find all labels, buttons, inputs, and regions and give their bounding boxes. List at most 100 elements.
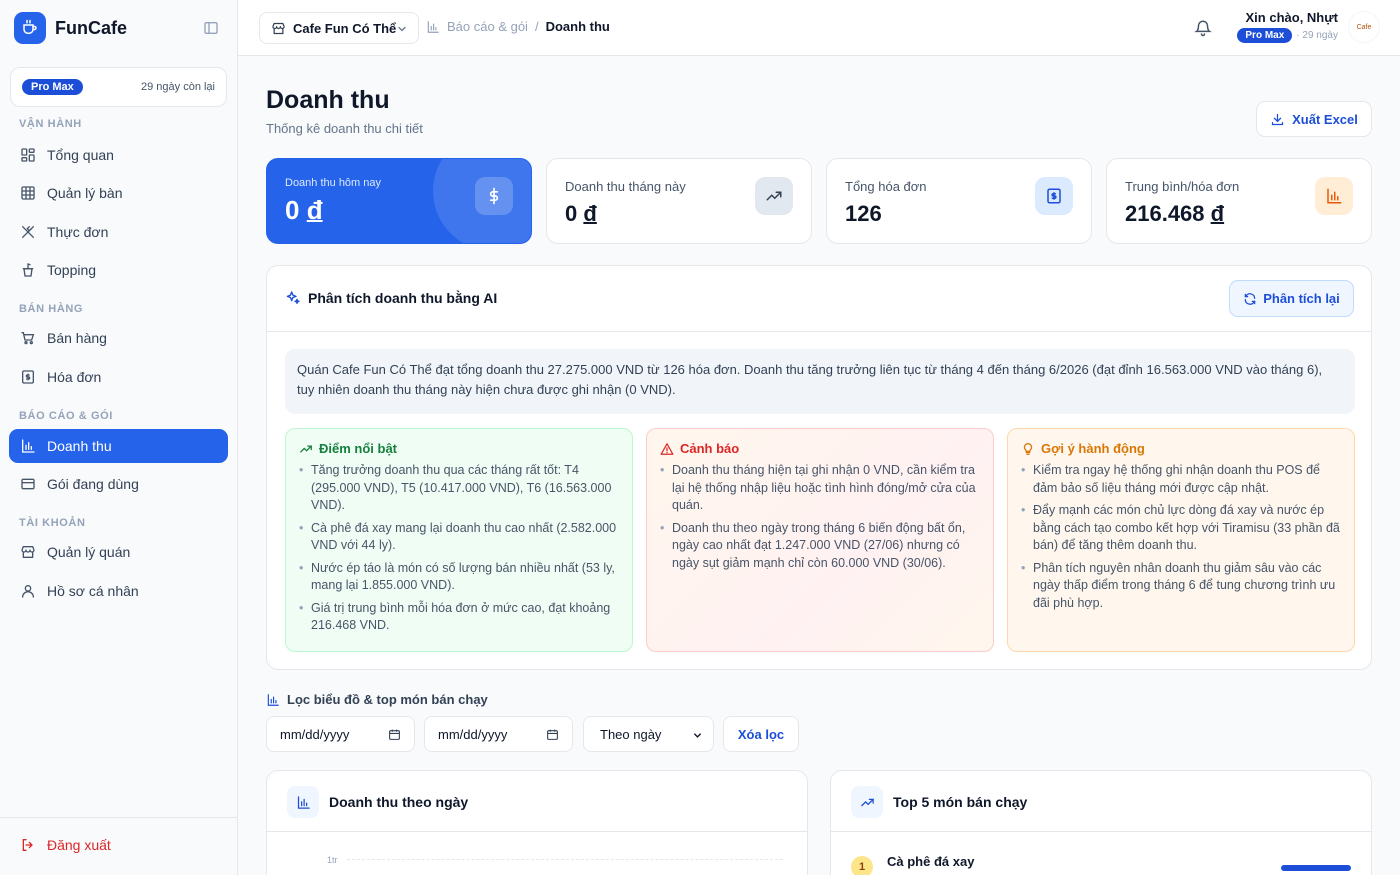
top-item-name: Cà phê đá xay [887,854,975,869]
export-label: Xuất Excel [1292,111,1358,127]
plan-card[interactable]: Pro Max 29 ngày còn lại [10,67,227,107]
list-item: Cà phê đá xay mang lại doanh thu cao nhấ… [299,520,619,555]
stat-label: Doanh thu tháng này [565,179,686,194]
filter-title-text: Lọc biểu đồ & top món bán chạy [287,692,488,707]
receipt-icon [22,370,34,384]
ai-analysis-header: Phân tích doanh thu bằng AI [285,290,497,306]
breadcrumb-separator: / [534,19,539,34]
sidebar-item-invoices[interactable]: Hóa đơn [9,360,228,394]
sidebar-toggle-icon[interactable] [203,20,219,36]
list-item: Tăng trưởng doanh thu qua các tháng rất … [299,462,619,515]
sidebar-item-label: Topping [47,262,97,278]
calendar-icon[interactable] [546,728,559,741]
date-to-input[interactable]: mm/dd/yyyy [424,716,573,752]
filter-title: Lọc biểu đồ & top món bán chạy [266,692,488,707]
refresh-icon [1244,292,1256,305]
chevron-down-icon [398,26,406,32]
plan-badge: Pro Max [1237,28,1293,43]
sidebar-item-subscription[interactable]: Gói đang dùng [9,467,228,501]
list-item: Doanh thu theo ngày trong tháng 6 biến đ… [660,520,980,573]
reanalyze-label: Phân tích lại [1263,291,1340,306]
logout-button[interactable]: Đăng xuất [20,837,111,853]
y-axis-tick: 1tr [327,855,338,865]
plan-days-remaining: 29 ngày còn lại [141,81,215,93]
brand[interactable]: FunCafe [14,12,127,44]
logout-icon [22,839,33,851]
trending-up-icon [851,786,883,818]
sidebar-item-store-management[interactable]: Quản lý quán [9,535,228,569]
panel-title: Top 5 món bán chạy [893,794,1028,810]
chevron-down-icon [694,733,701,738]
stat-label: Tổng hóa đơn [845,179,927,194]
sidebar-item-tables[interactable]: Quản lý bàn [9,176,228,210]
top-items-panel: Top 5 món bán chạy 1 Cà phê đá xay [830,770,1372,875]
warnings-panel: Cảnh báo Doanh thu tháng hiện tại ghi nh… [646,428,994,652]
list-item: Nước ép táo là món có số lượng bán nhiều… [299,560,619,595]
divider [267,831,807,832]
sidebar-item-revenue[interactable]: Doanh thu [9,429,228,463]
logout-label: Đăng xuất [47,837,111,853]
list-item: Phân tích nguyên nhân doanh thu giảm sâu… [1021,560,1341,613]
sidebar-item-pos[interactable]: Bán hàng [9,321,228,355]
sidebar-item-label: Thực đơn [47,224,109,240]
top-item-bar [1281,865,1351,871]
stat-card-average: Trung bình/hóa đơn 216.468 đ [1106,158,1372,244]
sidebar-item-label: Doanh thu [47,438,112,454]
rank-badge: 1 [851,856,873,875]
trending-up-icon [755,177,793,215]
warning-triangle-icon [660,442,674,455]
download-icon [1271,113,1284,125]
bar-chart-icon [22,439,35,453]
breadcrumb: Báo cáo & gói / Doanh thu [426,19,610,34]
ai-analysis-card: Phân tích doanh thu bằng AI Phân tích lạ… [266,265,1372,670]
list-item: Doanh thu tháng hiện tại ghi nhận 0 VND,… [660,462,980,515]
cart-icon [21,332,35,345]
stat-card-today: Doanh thu hôm nay 0 đ [266,158,532,244]
trending-up-icon [300,444,312,453]
avatar[interactable]: Cafe [1348,11,1380,43]
sidebar-item-menu[interactable]: Thực đơn [9,215,228,249]
reanalyze-button[interactable]: Phân tích lại [1229,280,1354,317]
sidebar-item-overview[interactable]: Tổng quan [9,138,228,172]
avatar-text: Cafe [1356,23,1372,31]
breadcrumb-parent[interactable]: Báo cáo & gói [447,19,528,34]
sidebar-item-label: Quản lý quán [47,544,131,560]
stat-value: 126 [845,201,882,226]
page-title: Doanh thu [266,86,390,114]
list-item: Đẩy mạnh các món chủ lực dòng đá xay và … [1021,502,1341,555]
sidebar-item-profile[interactable]: Hồ sơ cá nhân [9,574,228,608]
dashboard-icon [21,148,35,162]
divider [267,331,1371,332]
plan-badge: Pro Max [22,79,83,95]
actions-panel: Gợi ý hành động Kiểm tra ngay hệ thống g… [1007,428,1355,652]
date-placeholder: mm/dd/yyyy [438,726,508,742]
group-mode-select[interactable]: Theo ngày [583,716,714,752]
bar-chart-icon [267,693,279,706]
notification-bell-icon[interactable] [1194,19,1212,37]
export-excel-button[interactable]: Xuất Excel [1256,101,1372,137]
store-selector[interactable]: Cafe Fun Có Thể [259,12,419,44]
nav-section-reports: BÁO CÁO & GÓI [19,410,113,422]
stat-card-month: Doanh thu tháng này 0 đ [546,158,812,244]
utensils-icon [22,226,34,238]
sidebar-item-label: Bán hàng [47,330,107,346]
stat-label: Trung bình/hóa đơn [1125,179,1240,194]
stat-value: 0 đ [285,195,323,225]
highlights-panel: Điểm nổi bật Tăng trưởng doanh thu qua c… [285,428,633,652]
nav-section-sales: BÁN HÀNG [19,303,84,315]
user-name: Xin chào, Nhựt [1245,10,1338,25]
sidebar-item-topping[interactable]: Topping [9,253,228,287]
date-from-input[interactable]: mm/dd/yyyy [266,716,415,752]
stat-value: 216.468 đ [1125,201,1225,226]
coffee-cup-icon [14,12,46,44]
stat-card-invoices: Tổng hóa đơn 126 [826,158,1092,244]
user-icon [22,585,34,598]
clear-filter-button[interactable]: Xóa lọc [723,716,799,752]
ai-summary: Quán Cafe Fun Có Thể đạt tổng doanh thu … [285,349,1355,414]
sidebar-item-label: Hóa đơn [47,369,102,385]
sparkles-icon [286,291,300,304]
credit-card-icon [21,478,35,490]
calendar-icon[interactable] [388,728,401,741]
actions-title: Gợi ý hành động [1041,441,1145,456]
sidebar: FunCafe Pro Max 29 ngày còn lại VẬN HÀNH… [0,0,238,875]
